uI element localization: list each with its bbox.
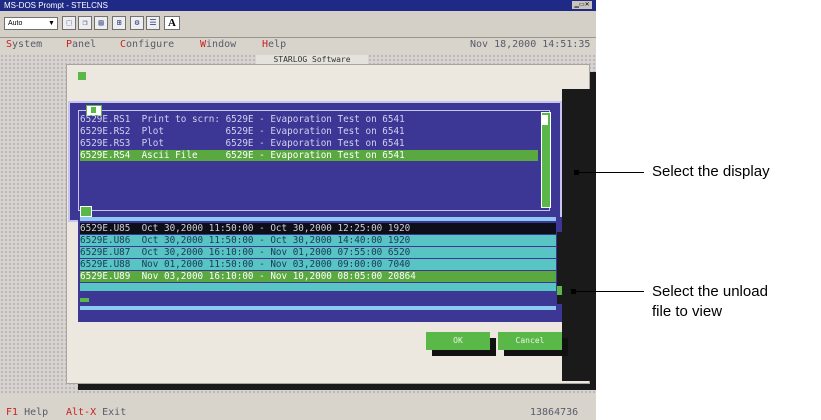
datetime-display: Nov 18,2000 14:51:35 (470, 39, 591, 50)
table-row[interactable]: 6529E.U87 Oct 30,2000 16:10:00 - Nov 01,… (80, 247, 556, 258)
exit-shortcut[interactable]: Alt-X Exit (66, 405, 126, 420)
table-row[interactable]: 6529E.U85 Oct 30,2000 11:50:00 - Oct 30,… (80, 223, 556, 234)
dialog-close-handle[interactable] (78, 72, 86, 80)
table-row-empty (80, 283, 556, 291)
properties-icon[interactable]: ⚙ (130, 16, 144, 30)
font-size-select[interactable]: Auto ▼ (4, 17, 58, 30)
list-item[interactable]: 6529E.RS3 Plot 6529E - Evaporation Test … (80, 138, 538, 149)
chevron-down-icon: ▼ (48, 20, 55, 27)
callout-unload-line2: file to view (652, 303, 723, 320)
menu-panel[interactable]: Panel (66, 38, 96, 52)
table-row[interactable]: 6529E.U88 Nov 01,2000 11:50:00 - Nov 03,… (80, 259, 556, 270)
callout-line-unload (575, 291, 644, 292)
hscroll-thumb[interactable] (80, 298, 89, 302)
help-shortcut[interactable]: F1 Help (6, 405, 48, 420)
font-button[interactable]: A (164, 16, 180, 30)
list-item-selected[interactable]: 6529E.RS4 Ascii File 6529E - Evaporation… (80, 150, 538, 161)
menu-system[interactable]: System (6, 38, 42, 52)
list-splitter-handle[interactable] (80, 206, 92, 217)
menu-bar: System Panel Configure Window Help Nov 1… (0, 38, 596, 52)
table-row-selected[interactable]: 6529E.U89 Nov 03,2000 16:10:00 - Nov 10,… (80, 271, 556, 282)
font-size-value: Auto (8, 20, 23, 27)
ok-button[interactable]: OK (426, 332, 490, 350)
display-list-scroll-thumb[interactable] (542, 115, 548, 125)
list-item[interactable]: 6529E.RS2 Plot 6529E - Evaporation Test … (80, 126, 538, 137)
list-item[interactable]: 6529E.RS1 Print to scrn: 6529E - Evapora… (80, 114, 538, 125)
display-list-scrollbar[interactable] (541, 112, 551, 208)
unload-list-top-bar (80, 217, 556, 221)
paste-icon[interactable]: ▤ (94, 16, 108, 30)
window-title: MS-DOS Prompt - STELCNS (4, 1, 109, 10)
callout-unload-line1: Select the unload (652, 283, 768, 300)
window-controls[interactable]: ▁▭✕ (572, 1, 592, 9)
callout-line-display (578, 172, 644, 173)
dos-window: MS-DOS Prompt - STELCNS ▁▭✕ Auto ▼ ⬚ ❐ ▤… (0, 0, 596, 420)
background-icon[interactable]: ☰ (146, 16, 160, 30)
copy-icon[interactable]: ❐ (78, 16, 92, 30)
unload-list: 6529E.U85 Oct 30,2000 11:50:00 - Oct 30,… (78, 217, 562, 322)
title-bar: MS-DOS Prompt - STELCNS ▁▭✕ (0, 0, 596, 11)
menu-window[interactable]: Window (200, 38, 236, 52)
unload-list-hscrollbar[interactable] (80, 306, 556, 310)
toolbar: Auto ▼ ⬚ ❐ ▤ ⊞ ⚙ ☰ A (0, 11, 596, 38)
mark-icon[interactable]: ⬚ (62, 16, 76, 30)
status-bar: F1 Help Alt-X Exit 13864736 (0, 405, 596, 420)
memory-counter: 13864736 (530, 407, 579, 418)
fullscreen-icon[interactable]: ⊞ (112, 16, 126, 30)
callout-display: Select the display (652, 163, 770, 180)
table-row[interactable]: 6529E.U86 Oct 30,2000 11:50:00 - Oct 30,… (80, 235, 556, 246)
display-list: 6529E.RS1 Print to scrn: 6529E - Evapora… (68, 101, 562, 222)
cancel-button[interactable]: Cancel (498, 332, 562, 350)
menu-help[interactable]: Help (262, 38, 286, 52)
menu-configure[interactable]: Configure (120, 38, 174, 52)
